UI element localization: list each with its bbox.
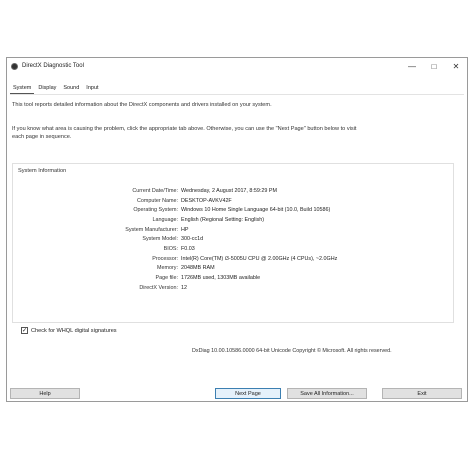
exit-button[interactable]: Exit (382, 388, 462, 399)
tab-divider (10, 94, 464, 95)
tab-display[interactable]: Display (35, 84, 59, 94)
info-label: Memory: (157, 265, 178, 272)
system-information-legend: System Information (18, 168, 67, 174)
info-row-language: Language: English (Regional Setting: Eng… (13, 215, 453, 225)
info-row-os: Operating System: Windows 10 Home Single… (13, 205, 453, 215)
info-label: System Model: (142, 236, 178, 243)
tab-system[interactable]: System (10, 84, 35, 94)
info-value: 2048MB RAM (181, 265, 215, 272)
info-value: Windows 10 Home Single Language 64-bit (… (181, 207, 331, 214)
dxdiag-app-icon (11, 62, 18, 70)
close-icon[interactable]: ✕ (445, 58, 467, 74)
info-value: DESKTOP-AVKV42F (181, 197, 232, 204)
info-row-processor: Processor: Intel(R) Core(TM) i3-5005U CP… (13, 254, 453, 264)
tab-sound[interactable]: Sound (60, 84, 82, 94)
tab-input[interactable]: Input (83, 84, 101, 94)
save-all-information-button[interactable]: Save All Information... (287, 388, 367, 399)
info-label: Computer Name: (136, 197, 178, 204)
title-bar[interactable]: DirectX Diagnostic Tool — □ ✕ (7, 58, 467, 74)
intro-text: This tool reports detailed information a… (12, 102, 272, 108)
info-value: English (Regional Setting: English) (181, 216, 265, 223)
info-label: System Manufacturer: (125, 226, 178, 233)
info-row-page-file: Page file: 1726MB used, 1303MB available (13, 273, 453, 283)
whql-check-label[interactable]: Check for WHQL digital signatures (31, 328, 117, 334)
info-row-manufacturer: System Manufacturer: HP (13, 225, 453, 235)
info-value: HP (181, 226, 189, 233)
info-value: 12 (181, 284, 187, 291)
window-title: DirectX Diagnostic Tool (22, 63, 84, 69)
maximize-icon[interactable]: □ (423, 58, 445, 74)
minimize-icon[interactable]: — (401, 58, 423, 74)
info-row-directx-version: DirectX Version: 12 (13, 283, 453, 293)
whql-checkbox[interactable]: ✓ (21, 327, 28, 334)
info-label: BIOS: (163, 245, 178, 252)
system-info-rows: Current Date/Time: Wednesday, 2 August 2… (13, 186, 453, 293)
system-information-group: System Information Current Date/Time: We… (12, 163, 454, 323)
whql-check-row[interactable]: ✓ Check for WHQL digital signatures (21, 327, 117, 334)
tab-strip: System Display Sound Input (10, 84, 103, 94)
info-row-memory: Memory: 2048MB RAM (13, 264, 453, 274)
info-label: Current Date/Time: (132, 187, 178, 194)
info-label: Operating System: (133, 207, 178, 214)
intro-text-3: each page in sequence. (12, 134, 72, 140)
info-label: Language: (152, 216, 178, 223)
next-page-button[interactable]: Next Page (215, 388, 281, 399)
help-button[interactable]: Help (10, 388, 80, 399)
info-row-computer-name: Computer Name: DESKTOP-AVKV42F (13, 196, 453, 206)
info-value: 1726MB used, 1303MB available (181, 275, 261, 282)
info-row-model: System Model: 300-cc1d (13, 234, 453, 244)
info-value: Intel(R) Core(TM) i3-5005U CPU @ 2.00GHz… (181, 255, 338, 262)
info-label: DirectX Version: (139, 284, 178, 291)
window-controls: — □ ✕ (401, 58, 467, 74)
dxdiag-version-copyright: DxDiag 10.00.10586.0000 64-bit Unicode C… (192, 348, 392, 354)
info-value: F0.03 (181, 245, 195, 252)
info-value: 300-cc1d (181, 236, 204, 243)
info-row-bios: BIOS: F0.03 (13, 244, 453, 254)
info-value: Wednesday, 2 August 2017, 8:59:29 PM (181, 187, 277, 194)
info-label: Page file: (155, 275, 178, 282)
info-label: Processor: (152, 255, 178, 262)
intro-text-2: If you know what area is causing the pro… (12, 126, 357, 132)
info-row-datetime: Current Date/Time: Wednesday, 2 August 2… (13, 186, 453, 196)
